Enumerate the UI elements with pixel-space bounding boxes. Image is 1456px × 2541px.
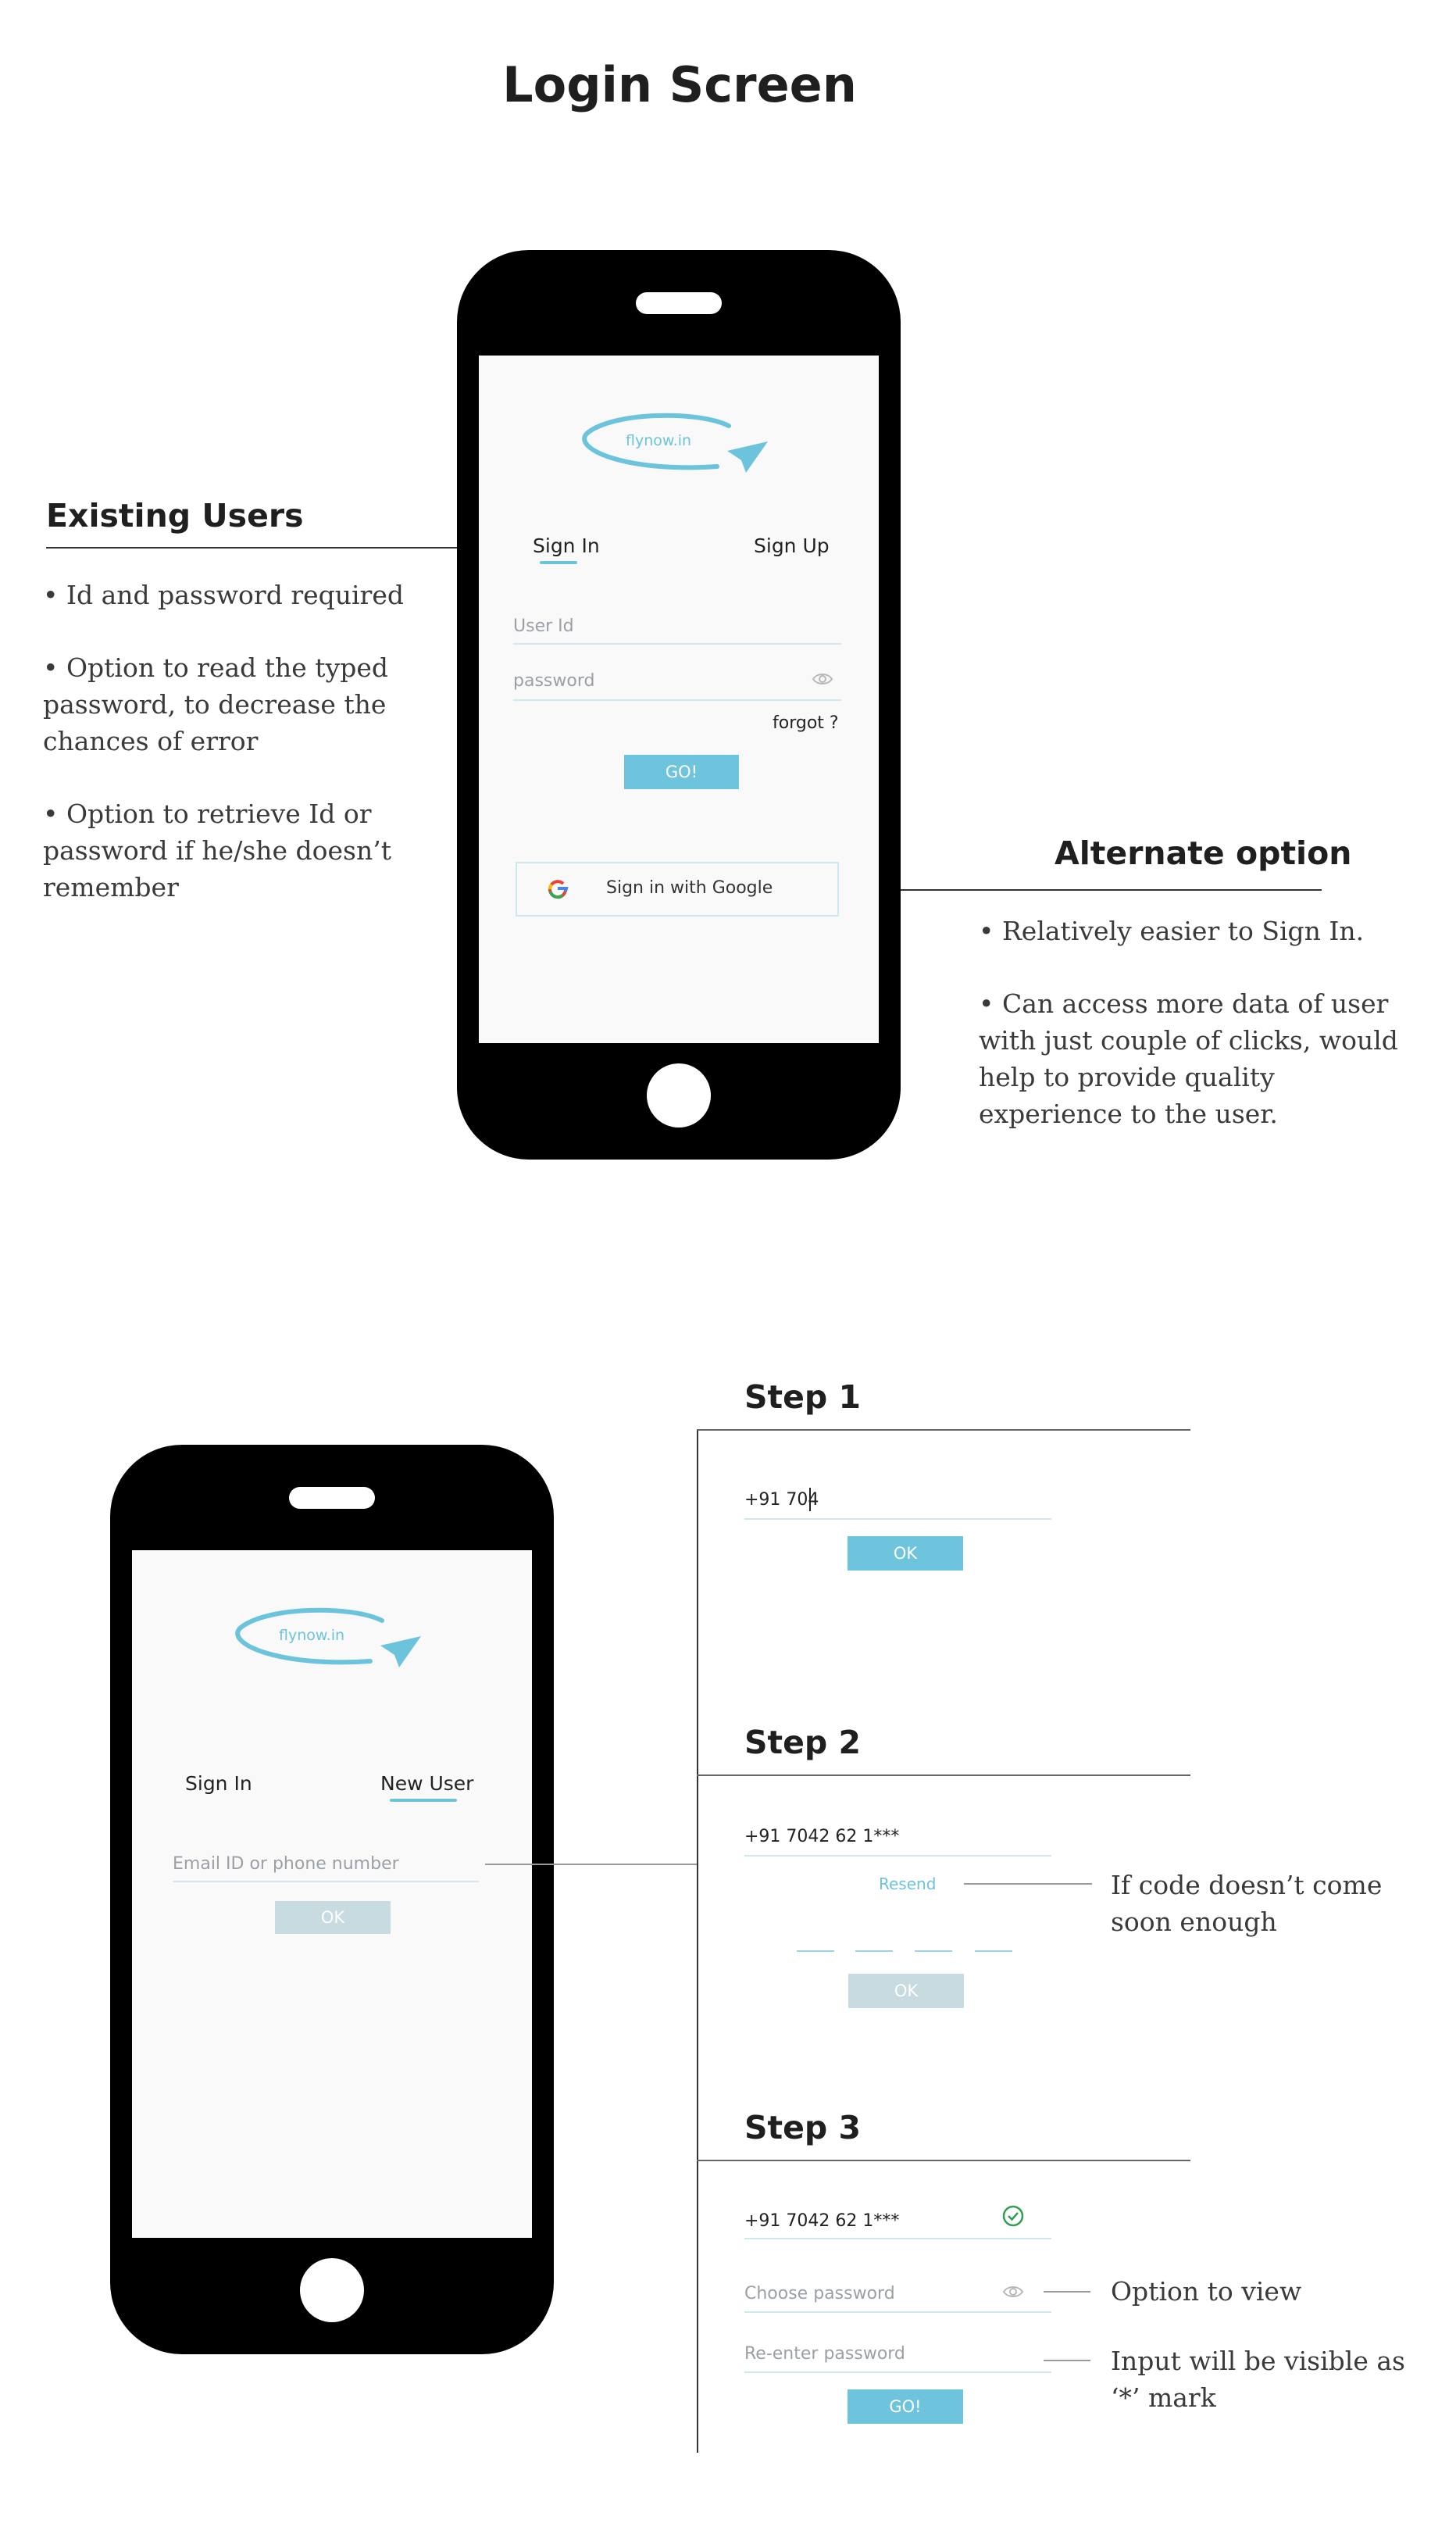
password-underline	[513, 699, 841, 701]
step-3-divider	[697, 2160, 1190, 2161]
existing-users-connector	[46, 547, 512, 549]
visible-connector	[1044, 2360, 1090, 2361]
existing-users-note: • Option to read the typed password, to …	[43, 652, 388, 756]
steps-spine	[697, 1429, 698, 2453]
step-2-divider	[697, 1774, 1190, 1776]
phone-login: flynow.in Sign In Sign Up User Id passwo…	[457, 250, 901, 1160]
step-1-ok-button[interactable]: OK	[848, 1536, 963, 1571]
tab-new-user[interactable]: New User	[380, 1772, 473, 1795]
reenter-password-input[interactable]: Re-enter password	[744, 2344, 905, 2364]
google-button-label: Sign in with Google	[606, 878, 773, 898]
alternate-option-heading: Alternate option	[1055, 834, 1352, 872]
email-phone-underline	[173, 1881, 479, 1882]
email-phone-input[interactable]: Email ID or phone number	[173, 1854, 399, 1874]
view-note: Option to view	[1111, 2276, 1302, 2307]
step-1-heading: Step 1	[744, 1378, 862, 1416]
phone-speaker	[289, 1487, 375, 1509]
flynow-logo-icon: flynow.in	[235, 1607, 421, 1667]
logo-text: flynow.in	[279, 1627, 344, 1644]
visible-note: Input will be visible as ‘*’ mark	[1111, 2346, 1405, 2413]
code-digit-4[interactable]	[975, 1950, 1012, 1952]
text-cursor	[809, 1488, 811, 1511]
check-circle-icon	[1002, 2205, 1024, 2227]
tab-sign-in[interactable]: Sign In	[533, 534, 600, 557]
tab-new-user-underline	[390, 1799, 457, 1802]
step-3-heading: Step 3	[744, 2109, 862, 2146]
existing-users-note: • Option to retrieve Id or password if h…	[43, 799, 391, 902]
eye-icon[interactable]	[812, 671, 833, 687]
user-id-underline	[513, 643, 841, 645]
tab-sign-up[interactable]: Sign Up	[754, 534, 830, 557]
new-user-screen: flynow.in Sign In New User Email ID or p…	[132, 1550, 532, 2238]
step-1-underline	[744, 1518, 1051, 1520]
reenter-password-underline	[744, 2371, 1051, 2373]
logo-text: flynow.in	[626, 432, 691, 449]
step-3-go-button[interactable]: GO!	[848, 2389, 963, 2424]
resend-note: If code doesn’t come soon enough	[1111, 1870, 1383, 1937]
alternate-note: • Relatively easier to Sign In.	[979, 916, 1365, 946]
existing-users-notes: • Id and password required • Option to r…	[43, 577, 434, 942]
tab-sign-in-underline	[540, 561, 577, 564]
tab-sign-in[interactable]: Sign In	[185, 1772, 252, 1795]
resend-connector	[964, 1883, 1092, 1885]
ok-button[interactable]: OK	[275, 1901, 391, 1934]
step-3-phone-input[interactable]: +91 7042 62 1***	[744, 2211, 899, 2231]
view-connector	[1044, 2291, 1090, 2293]
step-1-divider	[697, 1429, 1190, 1431]
existing-users-note: • Id and password required	[43, 580, 404, 610]
phone-speaker	[636, 292, 722, 314]
code-digit-3[interactable]	[915, 1950, 952, 1952]
step-2-heading: Step 2	[744, 1724, 862, 1761]
choose-password-input[interactable]: Choose password	[744, 2284, 895, 2303]
resend-link[interactable]: Resend	[879, 1874, 936, 1893]
step-1-phone-input[interactable]: +91 704	[744, 1490, 819, 1510]
go-button[interactable]: GO!	[624, 755, 739, 789]
google-sign-in-button[interactable]: Sign in with Google	[516, 862, 839, 917]
step-2-underline	[744, 1855, 1051, 1857]
phone-new-user: flynow.in Sign In New User Email ID or p…	[110, 1445, 554, 2354]
flynow-logo-icon: flynow.in	[582, 413, 768, 473]
new-user-connector	[485, 1864, 698, 1865]
forgot-link[interactable]: forgot ?	[773, 713, 839, 733]
step-2-phone-input[interactable]: +91 7042 62 1***	[744, 1827, 899, 1846]
login-screen: flynow.in Sign In Sign Up User Id passwo…	[479, 356, 879, 1043]
step-3-phone-underline	[744, 2238, 1051, 2239]
code-digit-2[interactable]	[855, 1950, 893, 1952]
phone-home-button	[300, 2258, 364, 2322]
code-digit-1[interactable]	[797, 1950, 834, 1952]
choose-password-underline	[744, 2311, 1051, 2313]
eye-icon[interactable]	[1002, 2284, 1024, 2300]
password-input[interactable]: password	[513, 671, 594, 691]
alternate-note: • Can access more data of user with just…	[979, 988, 1398, 1129]
phone-home-button	[647, 1063, 711, 1128]
page-title: Login Screen	[502, 56, 857, 113]
alternate-notes: • Relatively easier to Sign In. • Can ac…	[979, 913, 1401, 1168]
user-id-input[interactable]: User Id	[513, 616, 574, 636]
step-2-ok-button[interactable]: OK	[848, 1974, 964, 2008]
existing-users-heading: Existing Users	[46, 497, 304, 534]
google-icon	[548, 880, 569, 899]
